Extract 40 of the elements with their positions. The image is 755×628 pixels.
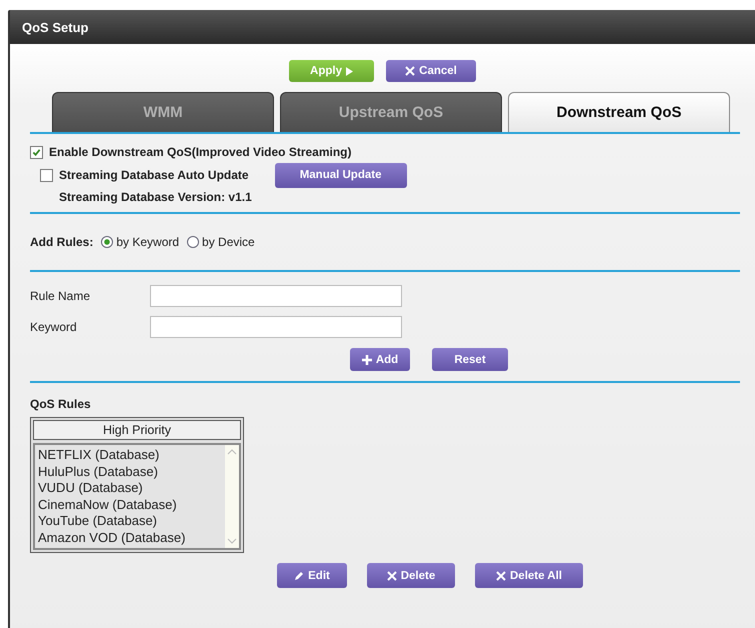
scrollbar[interactable]: [225, 445, 239, 548]
tab[interactable]: WMM: [52, 92, 274, 132]
close-icon: [405, 66, 416, 76]
input-field[interactable]: [150, 316, 402, 338]
section-title: QoS Rules: [30, 397, 92, 411]
column-header: High Priority: [33, 420, 241, 440]
form-button[interactable]: Add: [350, 348, 410, 371]
close-icon: [496, 570, 506, 580]
list-item[interactable]: Amazon VOD (Database): [38, 530, 222, 546]
add-rules-label: Add Rules:: [30, 235, 94, 249]
rule-button[interactable]: Edit: [277, 563, 347, 588]
radio-label: by Keyword: [116, 235, 180, 249]
list-item[interactable]: NETFLIX (Database): [38, 447, 222, 464]
checkbox[interactable]: [30, 146, 43, 158]
rule-button[interactable]: Delete: [367, 563, 455, 588]
field-label: Keyword: [30, 320, 78, 334]
close-icon: [386, 570, 397, 580]
field-label: Rule Name: [30, 288, 92, 302]
list-item[interactable]: YouTube (Database): [38, 513, 222, 530]
input-field[interactable]: [150, 284, 402, 306]
form-button[interactable]: Reset: [432, 348, 508, 371]
manual-update-button[interactable]: Manual Update: [274, 162, 407, 188]
rule-button[interactable]: Delete All: [475, 563, 583, 588]
list-item[interactable]: HuluPlus (Database): [38, 464, 222, 480]
list-item[interactable]: VUDU (Database): [38, 480, 222, 496]
tab[interactable]: Upstream QoS: [280, 92, 502, 132]
window-title: QoS Setup: [22, 20, 88, 34]
play-icon: [346, 66, 353, 76]
checkbox-label: Enable Downstream QoS(Improved Video Streaming): [49, 145, 352, 159]
action-button[interactable]: Cancel: [386, 60, 476, 82]
plus-icon: [362, 354, 372, 364]
pencil-icon: [294, 570, 304, 580]
list-item[interactable]: CinemaNow (Database): [38, 496, 222, 513]
radio-label: by Device: [202, 235, 255, 249]
checkbox[interactable]: [40, 168, 53, 182]
database-version: Streaming Database Version: v1.1: [59, 190, 253, 204]
tab[interactable]: Downstream QoS: [508, 92, 730, 132]
checkbox-label: Streaming Database Auto Update: [59, 168, 249, 182]
radio-button[interactable]: [101, 236, 114, 248]
radio-button[interactable]: [187, 236, 200, 248]
